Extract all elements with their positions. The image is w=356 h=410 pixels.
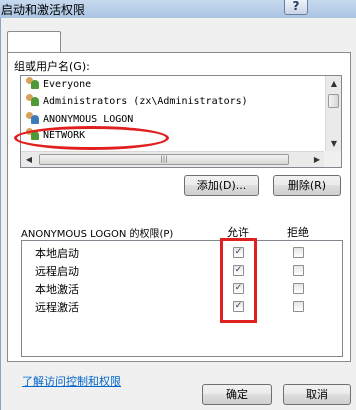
permission-name: 远程启动: [35, 265, 79, 278]
ok-button[interactable]: 确定: [202, 384, 272, 405]
permissions-list: 本地启动 远程启动 本地激活 远程激活 ✓ ✓ ✓ ✓: [21, 240, 343, 357]
permission-name: 本地启动: [35, 247, 79, 260]
cancel-button[interactable]: 取消: [283, 384, 351, 405]
horizontal-scrollbar[interactable]: ◀ ||| ▶: [21, 151, 325, 167]
add-button[interactable]: 添加(D)...: [184, 175, 259, 196]
deny-checkbox[interactable]: [293, 247, 304, 258]
permission-name: 远程激活: [35, 301, 79, 314]
dialog-body: 组或用户名(G): Everyone Administrators (zx\Ad…: [0, 18, 356, 410]
highlight-ellipse: [14, 126, 169, 150]
deny-checkbox[interactable]: [293, 283, 304, 294]
help-link[interactable]: 了解访问控制和权限: [22, 373, 121, 389]
users-icon: [26, 77, 40, 89]
deny-checkbox[interactable]: [293, 265, 304, 276]
scroll-left-icon[interactable]: ◀: [21, 152, 37, 167]
help-button[interactable]: ?: [284, 0, 308, 15]
permission-name: 本地激活: [35, 283, 79, 296]
remove-button[interactable]: 删除(R): [273, 175, 341, 196]
tab-security[interactable]: [7, 31, 61, 53]
user-name: Administrators (zx\Administrators): [43, 96, 248, 107]
deny-header: 拒绝: [287, 226, 309, 239]
permissions-label: ANONYMOUS LOGON 的权限(P): [21, 229, 174, 240]
scroll-right-icon[interactable]: ▶: [309, 152, 325, 167]
users-icon: [26, 112, 40, 124]
list-item-everyone[interactable]: Everyone: [26, 77, 91, 93]
scroll-corner: [324, 151, 341, 167]
list-item-administrators[interactable]: Administrators (zx\Administrators): [26, 94, 248, 110]
user-name: ANONYMOUS LOGON: [43, 114, 134, 125]
users-icon: [26, 94, 40, 106]
user-name: Everyone: [43, 79, 92, 90]
scroll-up-icon[interactable]: ▲: [326, 76, 341, 92]
group-label: 组或用户名(G):: [14, 60, 90, 73]
window-title: 启动和激活权限: [1, 3, 86, 17]
horizontal-scroll-thumb[interactable]: |||: [39, 154, 289, 165]
scroll-down-icon[interactable]: ▼: [326, 136, 341, 152]
vertical-scrollbar[interactable]: ▲ ▼: [325, 76, 341, 152]
highlight-rectangle: [220, 238, 257, 323]
user-list[interactable]: Everyone Administrators (zx\Administrato…: [20, 75, 342, 168]
vertical-scroll-thumb[interactable]: [328, 94, 339, 108]
deny-checkbox[interactable]: [293, 301, 304, 312]
title-bar: 启动和激活权限 ?: [0, 0, 356, 18]
